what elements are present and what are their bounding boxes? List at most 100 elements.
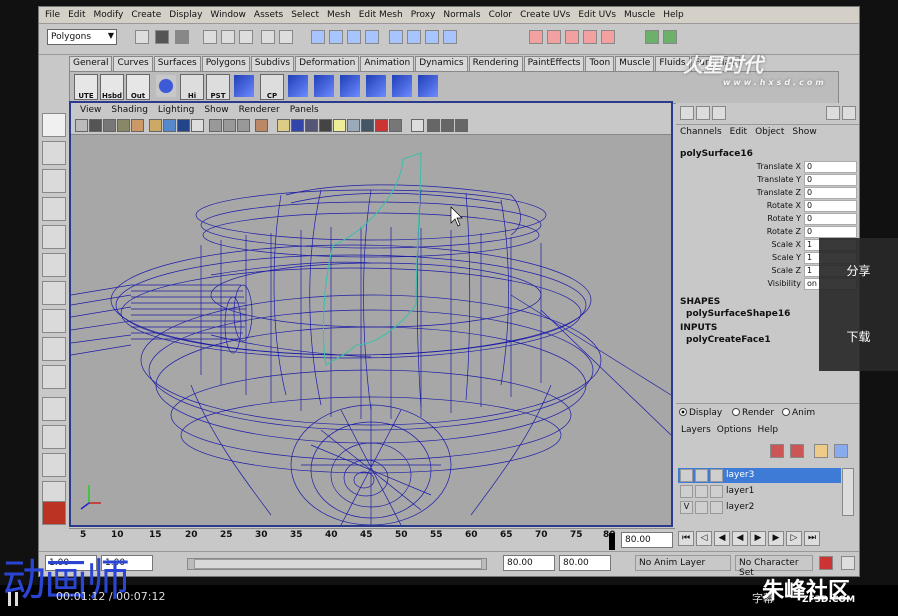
color-swatch[interactable] xyxy=(710,469,723,482)
color-swatch[interactable] xyxy=(710,485,723,498)
2d-pan-icon[interactable] xyxy=(131,119,144,132)
display-radio[interactable]: Display xyxy=(679,408,722,418)
safe-title-icon[interactable] xyxy=(237,119,250,132)
character-set-select[interactable]: No Character Set xyxy=(735,555,813,576)
render-icon[interactable] xyxy=(407,30,421,44)
menu-create-uvs[interactable]: Create UVs xyxy=(516,10,574,20)
vp-menu-show[interactable]: Show xyxy=(199,105,233,115)
hud-icon[interactable] xyxy=(389,119,402,132)
visibility-toggle[interactable] xyxy=(680,485,693,498)
extrude-icon[interactable] xyxy=(288,75,308,97)
current-frame-field[interactable]: 80.00 xyxy=(621,532,673,548)
step-forward-frame-icon[interactable]: ▶ xyxy=(768,531,784,546)
play-forward-icon[interactable]: ▶ xyxy=(750,531,766,546)
range-slider-handle[interactable] xyxy=(194,559,482,569)
playback-end-field[interactable]: 80.00 xyxy=(503,555,555,571)
layer-row[interactable]: layer3 xyxy=(678,468,841,483)
tab-curves[interactable]: Curves xyxy=(113,56,153,71)
snap-curve-magnet-icon[interactable] xyxy=(565,30,579,44)
mode-selector[interactable]: Polygons xyxy=(47,29,117,45)
make-live-icon[interactable] xyxy=(365,30,379,44)
menu-mesh[interactable]: Mesh xyxy=(323,10,355,20)
anim-radio[interactable]: Anim xyxy=(782,408,815,418)
sphere-icon[interactable] xyxy=(156,75,176,97)
render-radio[interactable]: Render xyxy=(732,408,774,418)
attr-value[interactable]: 0 xyxy=(804,200,857,212)
mask-icon[interactable] xyxy=(311,30,325,44)
film-gate-icon[interactable] xyxy=(163,119,176,132)
tab-dynamics[interactable]: Dynamics xyxy=(415,56,468,71)
layer-row[interactable]: Vlayer2 xyxy=(678,500,841,515)
shelf-out-button[interactable]: Out xyxy=(126,74,150,100)
layer-menu-help[interactable]: Help xyxy=(755,425,782,435)
select-hierarchy-icon[interactable] xyxy=(203,30,217,44)
smooth-icon[interactable] xyxy=(418,75,438,97)
lasso-tool-icon[interactable] xyxy=(42,141,66,165)
image-plane-icon[interactable] xyxy=(117,119,130,132)
new-scene-icon[interactable] xyxy=(135,30,149,44)
go-to-start-icon[interactable]: ⏮ xyxy=(678,531,694,546)
share-button[interactable]: 分享 xyxy=(819,238,898,304)
default-light-icon[interactable] xyxy=(333,119,346,132)
tool-settings-icon[interactable] xyxy=(826,106,840,120)
tab-muscle[interactable]: Muscle xyxy=(615,56,655,71)
history-icon[interactable] xyxy=(389,30,403,44)
layer-menu-options[interactable]: Options xyxy=(714,425,755,435)
step-back-key-icon[interactable]: ◁ xyxy=(696,531,712,546)
go-to-end-icon[interactable]: ⏭ xyxy=(804,531,820,546)
layer-editor-icon[interactable] xyxy=(696,106,710,120)
tab-painteffects[interactable]: PaintEffects xyxy=(523,56,585,71)
snap-grid-icon[interactable] xyxy=(261,30,275,44)
vp-menu-panels[interactable]: Panels xyxy=(285,105,324,115)
cb-menu-show[interactable]: Show xyxy=(788,127,820,141)
show-tool-settings-icon[interactable] xyxy=(663,30,677,44)
camera-attr-icon[interactable] xyxy=(89,119,102,132)
tab-deformation[interactable]: Deformation xyxy=(295,56,360,71)
resolution-gate-icon[interactable] xyxy=(177,119,190,132)
attr-value[interactable]: 0 xyxy=(804,161,857,173)
select-tool-icon[interactable] xyxy=(42,113,66,137)
cube-tool-icon[interactable] xyxy=(234,75,254,97)
vp-menu-lighting[interactable]: Lighting xyxy=(153,105,199,115)
shadows-icon[interactable] xyxy=(347,119,360,132)
tab-surfaces[interactable]: Surfaces xyxy=(153,56,201,71)
layout-side-icon[interactable] xyxy=(42,453,66,477)
anim-layer-select[interactable]: No Anim Layer xyxy=(635,555,731,571)
universal-manip-icon[interactable] xyxy=(42,281,66,305)
menu-display[interactable]: Display xyxy=(165,10,206,20)
template-toggle[interactable] xyxy=(695,485,708,498)
layer-row[interactable]: layer1 xyxy=(678,484,841,499)
open-scene-icon[interactable] xyxy=(155,30,169,44)
menu-muscle[interactable]: Muscle xyxy=(620,10,659,20)
bookmark-icon[interactable] xyxy=(103,119,116,132)
snap-surface-magnet-icon[interactable] xyxy=(583,30,597,44)
bevel-icon[interactable] xyxy=(314,75,334,97)
show-attribute-editor-icon[interactable] xyxy=(645,30,659,44)
step-forward-key-icon[interactable]: ▷ xyxy=(786,531,802,546)
play-backward-icon[interactable]: ◀ xyxy=(732,531,748,546)
visibility-toggle[interactable] xyxy=(680,469,693,482)
attr-value[interactable]: 0 xyxy=(804,174,857,186)
layer-menu-layers[interactable]: Layers xyxy=(678,425,714,435)
tab-rendering[interactable]: Rendering xyxy=(468,56,523,71)
menu-proxy[interactable]: Proxy xyxy=(407,10,440,20)
step-back-frame-icon[interactable]: ◀ xyxy=(714,531,730,546)
snap-curve-icon[interactable] xyxy=(279,30,293,44)
move-up-layer-icon[interactable] xyxy=(814,444,828,458)
menu-normals[interactable]: Normals xyxy=(439,10,484,20)
texture-icon[interactable] xyxy=(441,119,454,132)
ipr-render-icon[interactable] xyxy=(425,30,439,44)
last-tool-icon[interactable] xyxy=(42,365,66,389)
shelf-hi-button[interactable]: Hi xyxy=(180,74,204,100)
snap-view-icon[interactable] xyxy=(347,30,361,44)
shape-node[interactable]: polySurfaceShape16 xyxy=(686,309,790,319)
attr-value[interactable]: 0 xyxy=(804,187,857,199)
move-tool-icon[interactable] xyxy=(42,197,66,221)
rotate-tool-icon[interactable] xyxy=(42,225,66,249)
menu-color[interactable]: Color xyxy=(485,10,517,20)
menu-assets[interactable]: Assets xyxy=(250,10,287,20)
shelf-cp-button[interactable]: CP xyxy=(260,74,284,100)
outliner-icon[interactable] xyxy=(842,106,856,120)
vp-menu-renderer[interactable]: Renderer xyxy=(234,105,285,115)
menu-edit-uvs[interactable]: Edit UVs xyxy=(574,10,620,20)
